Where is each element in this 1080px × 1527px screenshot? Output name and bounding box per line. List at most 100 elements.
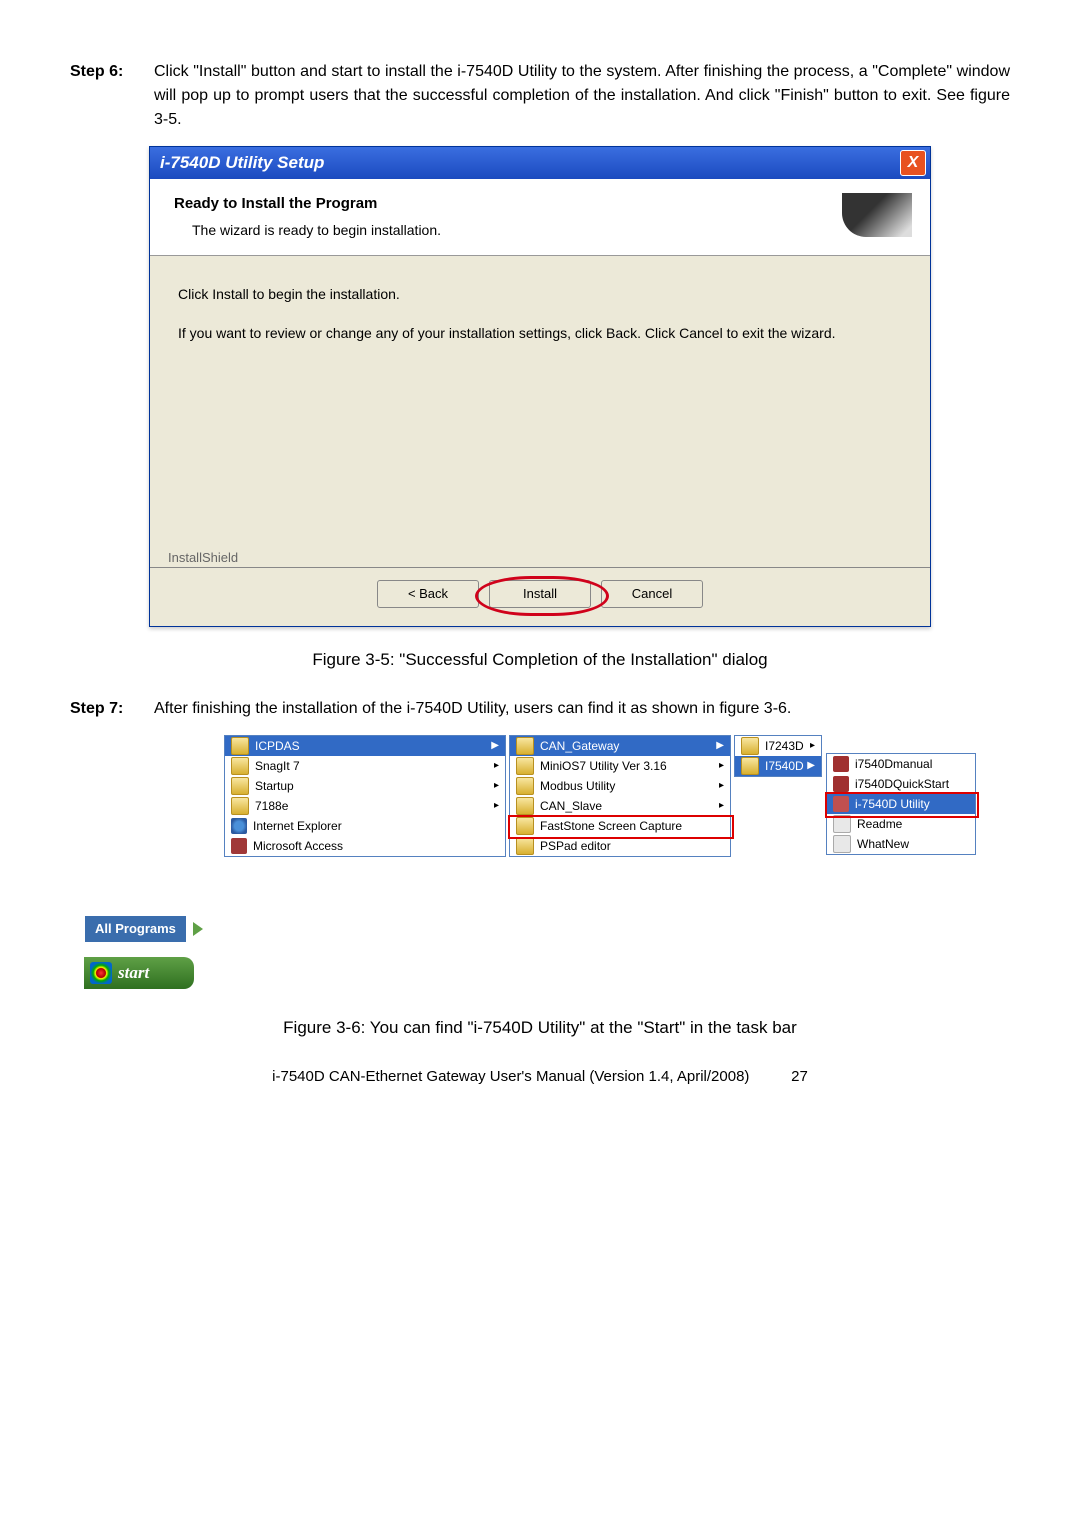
menu-label: FastStone Screen Capture [540,817,682,835]
dialog-buttons: < Back Install Cancel [150,568,930,626]
menu-label: Startup [255,777,294,795]
install-button[interactable]: Install [489,580,591,608]
arrow-icon: ▸ [719,778,724,793]
all-programs: All Programs [84,915,214,943]
menu-item-i7243d[interactable]: I7243D ▸ [735,736,821,756]
step6-label: Step 6: [70,60,148,132]
start-menu-screenshot: ICPDAS▶ SnagIt 7▸ Startup▸ 7188e▸ Intern… [84,735,984,995]
pdf-icon [833,776,849,792]
all-programs-label: All Programs [95,919,176,939]
arrow-icon: ▶ [491,738,499,753]
menu-item-quickstart[interactable]: i7540DQuickStart [827,774,975,794]
figure-3-5-caption: Figure 3-5: "Successful Completion of th… [70,647,1010,673]
menu-item-can-gateway[interactable]: CAN_Gateway ▶ [510,736,730,756]
dialog-header-title: Ready to Install the Program [174,193,441,216]
menu-item-readme[interactable]: Readme [827,814,975,834]
menu-item-manual[interactable]: i7540Dmanual [827,754,975,774]
folder-icon [516,777,534,795]
menu-label: i7540DQuickStart [855,775,949,793]
menu-item-pspad[interactable]: PSPad editor [510,836,730,856]
back-button[interactable]: < Back [377,580,479,608]
menu-item-whatnew[interactable]: WhatNew [827,834,975,854]
menu-column-4: i7540Dmanual i7540DQuickStart i-7540D Ut… [826,753,976,855]
arrow-icon: ▸ [719,758,724,773]
menu-label: i7540Dmanual [855,755,932,773]
menu-label: WhatNew [857,835,909,853]
menu-item-ie[interactable]: Internet Explorer [225,816,505,836]
menu-label: Internet Explorer [253,817,342,835]
pdf-icon [833,756,849,772]
menu-item-can-slave[interactable]: CAN_Slave ▸ [510,796,730,816]
menu-item-access[interactable]: Microsoft Access [225,836,505,856]
menu-item-faststone[interactable]: FastStone Screen Capture [510,816,730,836]
menu-item-minios7[interactable]: MiniOS7 Utility Ver 3.16 ▸ [510,756,730,776]
cancel-button[interactable]: Cancel [601,580,703,608]
install-button-text: Install [523,584,557,604]
figure-3-6-caption: Figure 3-6: You can find "i-7540D Utilit… [70,1015,1010,1041]
folder-icon [231,757,249,775]
step6-text: Click "Install" button and start to inst… [154,60,1010,132]
menu-label: Microsoft Access [253,837,343,855]
folder-icon [231,797,249,815]
menu-label: MiniOS7 Utility Ver 3.16 [540,757,667,775]
step-row: Step 7: After finishing the installation… [70,697,1010,721]
close-icon: X [908,151,919,175]
back-button-text: < Back [408,584,448,604]
menu-column-2: CAN_Gateway ▶ MiniOS7 Utility Ver 3.16 ▸ M… [509,735,731,857]
dialog-header: Ready to Install the Program The wizard … [150,179,930,256]
dialog-body-line2: If you want to review or change any of y… [178,323,902,344]
menu-label: I7540D [765,757,804,775]
step7-label: Step 7: [70,697,148,721]
page-number: 27 [791,1068,808,1085]
arrow-icon: ▸ [719,798,724,813]
folder-icon [516,797,534,815]
menu-item-icpdas[interactable]: ICPDAS ▶ [225,736,505,756]
arrow-icon: ▸ [494,778,499,793]
step7-text: After finishing the installation of the … [154,697,791,721]
menu-item-startup[interactable]: Startup ▸ [225,776,505,796]
dialog-title: i-7540D Utility Setup [160,150,324,176]
folder-icon [516,817,534,835]
dialog-body-line1: Click Install to begin the installation. [178,284,902,305]
menu-column-1: ICPDAS ▶ SnagIt 7▸ Startup ▸ 7188e▸ Intern… [224,735,506,857]
start-label: start [118,960,149,986]
page-footer: i-7540D CAN-Ethernet Gateway User's Manu… [70,1066,1010,1089]
menu-label: CAN_Gateway [540,737,619,755]
access-icon [231,838,247,854]
arrow-icon: ▶ [716,738,724,753]
menu-label: PSPad editor [540,837,611,855]
titlebar: i-7540D Utility Setup X [150,147,930,179]
menu-label: I7243D [765,737,804,755]
step-6: Step 6: Click "Install" button and start… [70,60,1010,132]
menu-column-3: I7243D ▸ I7540D▶ [734,735,822,777]
cancel-button-text: Cancel [632,584,672,604]
folder-icon [741,757,759,775]
arrow-icon: ▶ [807,758,815,773]
step-row: Step 6: Click "Install" button and start… [70,60,1010,132]
menu-item-modbus[interactable]: Modbus Utility ▸ [510,776,730,796]
menu-item-snagit[interactable]: SnagIt 7▸ [225,756,505,776]
installer-dialog: i-7540D Utility Setup X Ready to Install… [149,146,931,627]
dialog-header-graphic [842,193,912,237]
dialog-body: Click Install to begin the installation.… [150,256,930,542]
close-button[interactable]: X [900,150,926,176]
all-programs-button[interactable]: All Programs [84,915,187,943]
folder-icon [741,737,759,755]
menu-label: ICPDAS [255,737,300,755]
folder-icon [231,737,249,755]
folder-icon [516,837,534,855]
menu-item-7188e[interactable]: 7188e▸ [225,796,505,816]
menu-label: SnagIt 7 [255,757,300,775]
dialog-header-sub: The wizard is ready to begin installatio… [192,220,441,241]
menu-label: Modbus Utility [540,777,615,795]
text-icon [833,815,851,833]
folder-icon [516,757,534,775]
start-button[interactable]: start [84,957,194,989]
menu-item-i7540d[interactable]: I7540D▶ [735,756,821,776]
menu-label: 7188e [255,797,288,815]
arrow-icon: ▸ [810,738,815,753]
menu-item-utility[interactable]: i-7540D Utility [827,794,975,814]
menu-label: CAN_Slave [540,797,602,815]
dialog-header-text: Ready to Install the Program The wizard … [174,193,441,241]
arrow-icon [193,922,203,936]
